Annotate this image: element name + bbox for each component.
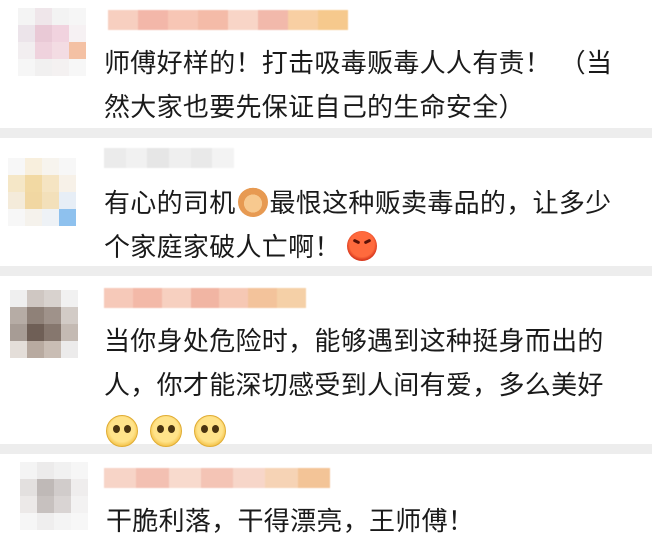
username[interactable] (104, 288, 306, 308)
avatar[interactable] (8, 158, 76, 226)
username[interactable] (108, 10, 348, 30)
comment-card: 当你身处危险时，能够遇到这种挺身而出的人，你才能深切感受到人间有爱，多么美好 (0, 276, 652, 447)
avatar[interactable] (20, 462, 88, 530)
comment-text-segment: 师傅好样的！打击吸毒贩毒人人有责！ （当然大家也要先保证自己的生命安全） (104, 49, 613, 123)
pleading-face-icon (106, 414, 138, 447)
pleading-face-icon (194, 414, 226, 447)
comment-card: 有心的司机 最恨这种贩卖毒品的，让多少个家庭家破人亡啊！ (0, 138, 652, 266)
angry-face-icon (346, 231, 377, 261)
comment-card: 师傅好样的！打击吸毒贩毒人人有责！ （当然大家也要先保证自己的生命安全） (0, 0, 652, 128)
username[interactable] (104, 468, 330, 488)
comment-text-segment: 有心的司机 (104, 189, 236, 219)
praying-hands-icon (237, 187, 268, 217)
comment-text: 有心的司机 最恨这种贩卖毒品的，让多少个家庭家破人亡啊！ (104, 182, 634, 270)
avatar[interactable] (10, 290, 78, 358)
pleading-face-icon (150, 414, 182, 447)
comment-text-segment: 干脆利落，干得漂亮，王师傅！ (106, 507, 475, 537)
comment-card: 干脆利落，干得漂亮，王师傅！ (0, 454, 652, 554)
username[interactable] (104, 148, 234, 168)
avatar[interactable] (18, 8, 86, 76)
emoji-group (104, 414, 228, 447)
comment-text-segment: 当你身处危险时，能够遇到这种挺身而出的人，你才能深切感受到人间有爱，多么美好 (104, 327, 604, 401)
comment-feed: 师傅好样的！打击吸毒贩毒人人有责！ （当然大家也要先保证自己的生命安全） 有心的… (0, 0, 652, 554)
comment-text: 当你身处危险时，能够遇到这种挺身而出的人，你才能深切感受到人间有爱，多么美好 (104, 320, 634, 452)
comment-text: 干脆利落，干得漂亮，王师傅！ (106, 500, 636, 544)
comment-text: 师傅好样的！打击吸毒贩毒人人有责！ （当然大家也要先保证自己的生命安全） (104, 42, 634, 130)
